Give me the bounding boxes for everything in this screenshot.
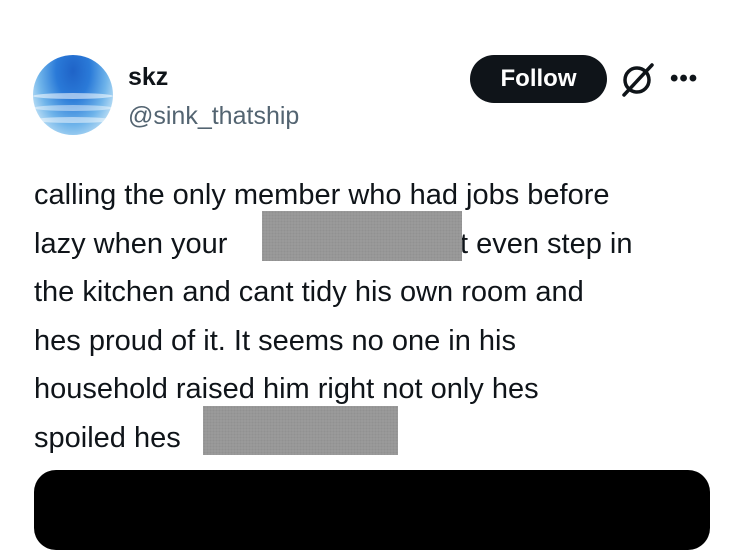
- media-card[interactable]: [34, 470, 710, 550]
- more-icon[interactable]: •••: [670, 65, 698, 93]
- redaction-box: [262, 211, 462, 261]
- redaction-box: [203, 406, 398, 455]
- display-name[interactable]: skz: [128, 63, 168, 92]
- user-handle[interactable]: @sink_thatship: [128, 102, 299, 131]
- tweet-text-segment: lazy when your: [34, 227, 228, 260]
- avatar[interactable]: [33, 55, 113, 135]
- tweet-text-segment: t even step in: [460, 227, 633, 260]
- follow-button[interactable]: Follow: [470, 55, 607, 103]
- tweet-text-line: hes proud of it. It seems no one in his: [34, 324, 516, 357]
- tweet-text-line: the kitchen and cant tidy his own room a…: [34, 276, 584, 308]
- grok-icon[interactable]: [619, 62, 655, 98]
